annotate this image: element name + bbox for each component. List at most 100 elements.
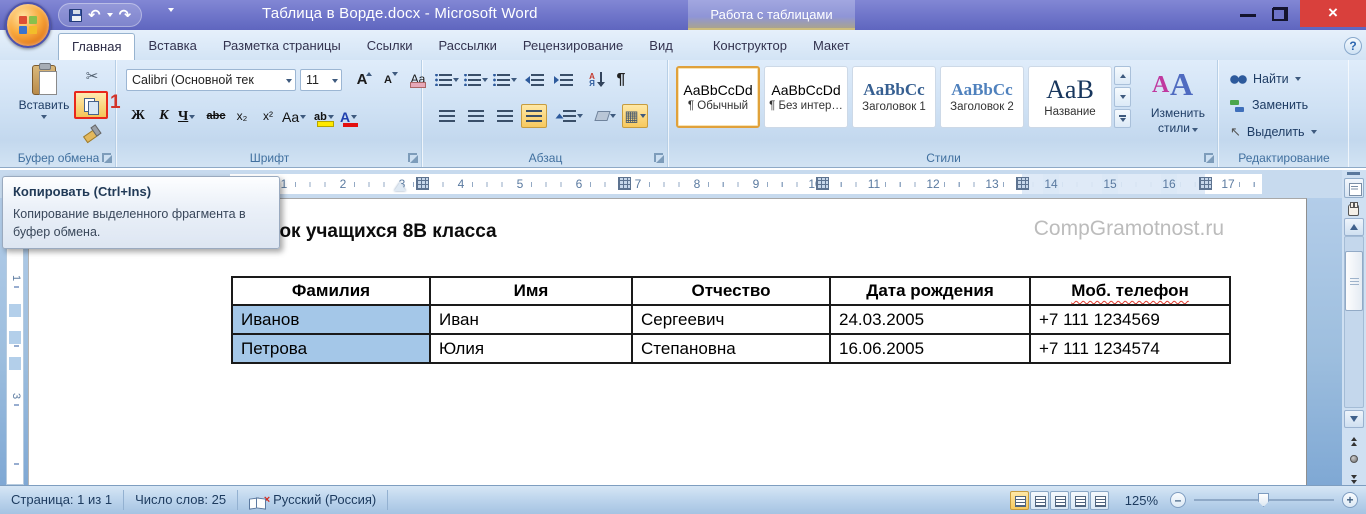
italic-button[interactable]: К bbox=[152, 104, 176, 129]
table-cell[interactable]: Иван bbox=[430, 305, 632, 334]
borders-button[interactable]: ▦ bbox=[622, 104, 648, 128]
grow-font-button[interactable]: A bbox=[350, 69, 374, 92]
increase-indent-button[interactable] bbox=[550, 68, 576, 92]
find-button[interactable]: Найти bbox=[1230, 72, 1301, 86]
split-handle[interactable] bbox=[1347, 172, 1360, 175]
ruler-toggle-button[interactable] bbox=[1344, 178, 1364, 198]
close-button[interactable]: × bbox=[1300, 0, 1366, 27]
format-painter-button[interactable] bbox=[80, 122, 104, 144]
replace-button[interactable]: Заменить bbox=[1230, 98, 1308, 112]
undo-icon[interactable]: ↶ bbox=[88, 8, 101, 23]
print-layout-view-button[interactable] bbox=[1010, 491, 1029, 510]
bullets-button[interactable] bbox=[434, 68, 460, 92]
scrollbar-thumb[interactable] bbox=[1345, 251, 1363, 311]
help-button[interactable]: ? bbox=[1344, 37, 1362, 55]
highlight-color-button[interactable]: ab bbox=[314, 104, 338, 129]
table-cell-selected[interactable]: Иванов bbox=[232, 305, 430, 334]
zoom-in-button[interactable]: + bbox=[1342, 492, 1358, 508]
styles-scroll-up-button[interactable] bbox=[1114, 66, 1131, 85]
style-heading1[interactable]: AaBbCc Заголовок 1 bbox=[852, 66, 936, 128]
change-styles-button[interactable]: AA Изменить стили bbox=[1142, 66, 1214, 154]
chevron-down-icon[interactable] bbox=[332, 79, 338, 83]
chevron-down-icon[interactable] bbox=[1295, 77, 1301, 81]
superscript-button[interactable]: x² bbox=[256, 104, 280, 129]
align-center-button[interactable] bbox=[463, 104, 489, 128]
chevron-down-icon[interactable] bbox=[328, 115, 334, 119]
change-case-button[interactable]: Aa bbox=[282, 104, 306, 129]
chevron-down-icon[interactable] bbox=[286, 79, 292, 83]
copy-button[interactable] bbox=[74, 91, 108, 119]
table-cell-selected[interactable]: Петрова bbox=[232, 334, 430, 363]
multilevel-list-button[interactable] bbox=[492, 68, 518, 92]
draft-view-button[interactable] bbox=[1090, 491, 1109, 510]
shading-button[interactable] bbox=[593, 104, 619, 128]
table-column-marker-icon[interactable] bbox=[618, 177, 631, 190]
tab-razmetka-stranicy[interactable]: Разметка страницы bbox=[210, 33, 354, 60]
table-header-cell[interactable]: Отчество bbox=[632, 277, 830, 305]
style-heading2[interactable]: AaBbCc Заголовок 2 bbox=[940, 66, 1024, 128]
tab-vstavka[interactable]: Вставка bbox=[135, 33, 209, 60]
scroll-up-button[interactable] bbox=[1344, 218, 1364, 236]
fullscreen-reading-view-button[interactable] bbox=[1030, 491, 1049, 510]
table-header-cell[interactable]: Имя bbox=[430, 277, 632, 305]
table-header-cell[interactable]: Моб. телефон bbox=[1030, 277, 1230, 305]
font-color-button[interactable]: A bbox=[340, 104, 364, 129]
tab-ssylki[interactable]: Ссылки bbox=[354, 33, 426, 60]
chevron-down-icon[interactable] bbox=[1192, 128, 1198, 132]
chevron-down-icon[interactable] bbox=[1311, 130, 1317, 134]
font-name-combo[interactable]: Calibri (Основной тек bbox=[126, 69, 296, 91]
tab-rassylki[interactable]: Рассылки bbox=[426, 33, 510, 60]
save-icon[interactable] bbox=[69, 9, 82, 22]
align-right-button[interactable] bbox=[492, 104, 518, 128]
outline-view-button[interactable] bbox=[1070, 491, 1089, 510]
table-cell[interactable]: 16.06.2005 bbox=[830, 334, 1030, 363]
table-header-cell[interactable]: Фамилия bbox=[232, 277, 430, 305]
language-indicator[interactable]: × Русский (Россия) bbox=[238, 490, 388, 510]
paragraph-dialog-launcher[interactable] bbox=[654, 153, 663, 162]
table-header-cell[interactable]: Дата рождения bbox=[830, 277, 1030, 305]
clipboard-dialog-launcher[interactable] bbox=[102, 153, 111, 162]
justify-button[interactable] bbox=[521, 104, 547, 128]
zoom-slider-thumb[interactable] bbox=[1258, 493, 1269, 507]
table-cell[interactable]: Юлия bbox=[430, 334, 632, 363]
underline-button[interactable]: Ч bbox=[178, 104, 202, 129]
line-spacing-button[interactable] bbox=[557, 104, 583, 128]
redo-icon[interactable]: ↷ bbox=[119, 8, 132, 23]
table-cell[interactable]: +7 111 1234574 bbox=[1030, 334, 1230, 363]
style-no-spacing[interactable]: AaBbCcDd ¶ Без интер… bbox=[764, 66, 848, 128]
tab-vid[interactable]: Вид bbox=[636, 33, 686, 60]
web-layout-view-button[interactable] bbox=[1050, 491, 1069, 510]
document-table[interactable]: Фамилия Имя Отчество Дата рождения Моб. … bbox=[231, 276, 1231, 364]
tab-recenzirovanie[interactable]: Рецензирование bbox=[510, 33, 636, 60]
subscript-button[interactable]: x₂ bbox=[230, 104, 254, 129]
office-button[interactable] bbox=[5, 2, 51, 48]
zoom-level[interactable]: 125% bbox=[1125, 493, 1158, 508]
paste-dropdown-icon[interactable] bbox=[41, 115, 47, 119]
table-column-marker-icon[interactable] bbox=[1016, 177, 1029, 190]
zoom-out-button[interactable]: – bbox=[1170, 492, 1186, 508]
cut-button[interactable]: ✂ bbox=[80, 66, 104, 88]
table-cell[interactable]: Сергеевич bbox=[632, 305, 830, 334]
table-cell[interactable]: 24.03.2005 bbox=[830, 305, 1030, 334]
select-button[interactable]: ↖ Выделить bbox=[1230, 124, 1317, 140]
strikethrough-button[interactable]: abc bbox=[204, 104, 228, 129]
styles-gallery-more-button[interactable] bbox=[1114, 109, 1131, 128]
shrink-font-button[interactable]: A bbox=[376, 69, 400, 92]
select-browse-object-button[interactable] bbox=[1350, 455, 1358, 463]
table-column-marker-icon[interactable] bbox=[816, 177, 829, 190]
table-column-marker-icon[interactable] bbox=[1199, 177, 1212, 190]
chevron-down-icon[interactable] bbox=[189, 115, 195, 119]
decrease-indent-button[interactable] bbox=[521, 68, 547, 92]
indent-marker-icon[interactable] bbox=[394, 182, 406, 191]
tab-konstruktor[interactable]: Конструктор bbox=[700, 33, 800, 60]
table-cell[interactable]: +7 111 1234569 bbox=[1030, 305, 1230, 334]
align-left-button[interactable] bbox=[434, 104, 460, 128]
paste-button[interactable]: Вставить bbox=[18, 65, 70, 147]
table-column-marker-icon[interactable] bbox=[416, 177, 429, 190]
font-dialog-launcher[interactable] bbox=[408, 153, 417, 162]
minimize-button[interactable] bbox=[1240, 14, 1256, 17]
chevron-down-icon[interactable] bbox=[300, 115, 306, 119]
restore-button[interactable] bbox=[1272, 7, 1288, 21]
bold-button[interactable]: Ж bbox=[126, 104, 150, 129]
spellcheck-icon[interactable]: × bbox=[249, 496, 266, 507]
